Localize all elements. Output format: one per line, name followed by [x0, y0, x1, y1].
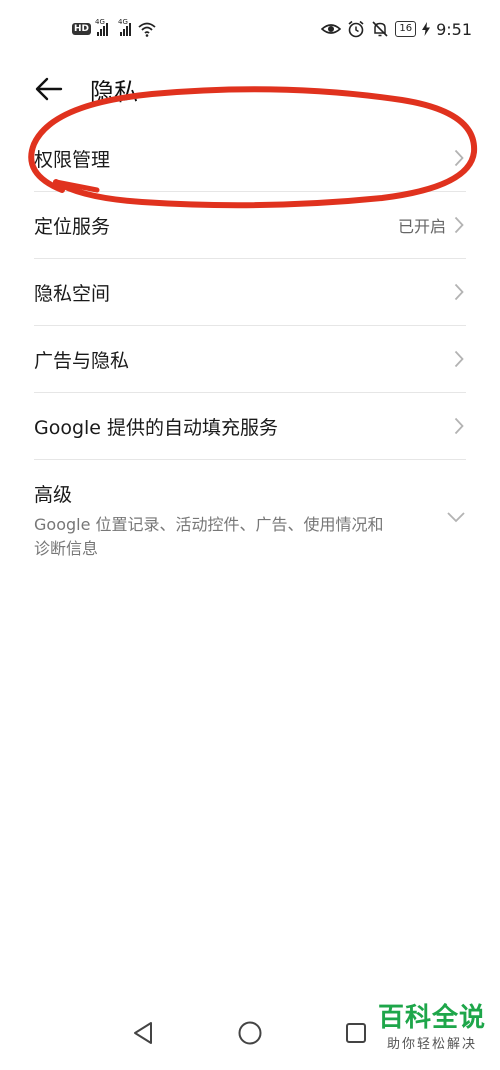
advanced-title: 高级 [34, 484, 73, 506]
sim2-network-type: 4G [118, 18, 128, 26]
list-item-label: 隐私空间 [34, 282, 111, 305]
private-space-item[interactable]: 隐私空间 [34, 259, 466, 326]
nav-home-button[interactable] [235, 1018, 265, 1048]
list-item-right [452, 393, 466, 459]
status-bar: HD 4G 4G 16 9:51 [0, 0, 500, 58]
battery-icon: 16 [395, 21, 417, 37]
square-recents-icon [346, 1023, 366, 1043]
alarm-icon [348, 20, 364, 38]
signal-icon-sim2: 4G [118, 18, 132, 36]
list-item-label: 权限管理 [34, 148, 111, 171]
advanced-description: Google 位置记录、活动控件、广告、使用情况和诊断信息 [34, 515, 384, 558]
watermark-main-text: 百科全说 [377, 1003, 486, 1033]
list-item-label: Google 提供的自动填充服务 [34, 416, 279, 439]
privacy-settings-screen: HD 4G 4G 16 9:51 隐私 权限管理 定位服务 已开启 隐私空间 广… [0, 0, 500, 1070]
watermark-logo: 百科全说 助你轻松解决 [378, 1003, 486, 1052]
google-autofill-item[interactable]: Google 提供的自动填充服务 [34, 393, 466, 460]
list-item-right [452, 259, 466, 325]
triangle-back-icon [134, 1022, 152, 1044]
status-left: HD 4G 4G [72, 18, 157, 37]
watermark-sub-text: 助你轻松解决 [386, 1037, 477, 1052]
hd-icon: HD [72, 23, 92, 35]
back-arrow-icon [35, 77, 63, 101]
eye-comfort-icon [321, 24, 342, 34]
status-right: 16 9:51 [321, 20, 472, 39]
chevron-right-icon [452, 282, 466, 302]
chevron-right-icon [452, 349, 466, 369]
chevron-right-icon [452, 148, 466, 168]
list-item-right [446, 508, 466, 527]
permission-management-item[interactable]: 权限管理 [34, 125, 466, 192]
ads-privacy-item[interactable]: 广告与隐私 [34, 326, 466, 393]
advanced-item[interactable]: 高级 Google 位置记录、活动控件、广告、使用情况和诊断信息 [34, 460, 466, 565]
nav-recents-button[interactable] [341, 1018, 371, 1048]
sim1-network-type: 4G [95, 18, 105, 26]
list-item-right: 已开启 [398, 192, 466, 258]
mute-bell-icon [372, 21, 388, 37]
list-item-right [452, 125, 466, 191]
wifi-icon [138, 22, 156, 37]
back-button[interactable] [34, 74, 64, 104]
chevron-down-icon [446, 508, 466, 527]
page-title: 隐私 [90, 78, 138, 106]
signal-icon-sim1: 4G [95, 18, 109, 36]
nav-back-button[interactable] [128, 1018, 158, 1048]
charging-icon [422, 22, 431, 36]
location-service-item[interactable]: 定位服务 已开启 [34, 192, 466, 259]
location-status-value: 已开启 [397, 217, 446, 236]
clock-time: 9:51 [436, 19, 472, 39]
circle-home-icon [238, 1021, 262, 1045]
app-header: 隐私 [0, 64, 500, 114]
list-item-right [452, 326, 466, 392]
chevron-right-icon [452, 215, 466, 235]
chevron-right-icon [452, 416, 466, 436]
settings-list: 权限管理 定位服务 已开启 隐私空间 广告与隐私 Google 提供的自动填充服… [34, 125, 466, 565]
list-item-label: 定位服务 [34, 215, 111, 238]
list-item-label: 广告与隐私 [34, 349, 130, 372]
